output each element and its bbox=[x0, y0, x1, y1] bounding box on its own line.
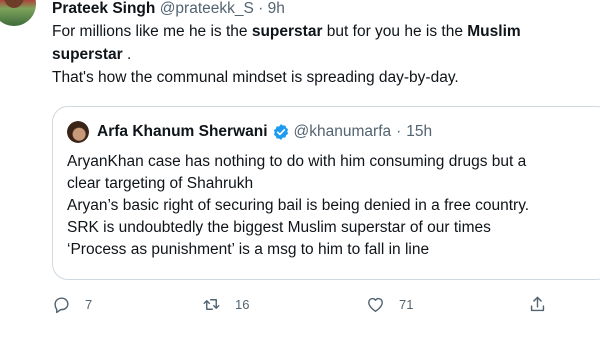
tweet-actions: 7 16 71 bbox=[52, 292, 552, 316]
quoted-text-line: AryanKhan case has nothing to do with hi… bbox=[67, 153, 527, 170]
share-icon bbox=[530, 296, 545, 311]
quoted-tweet-header: Arfa Khanum Sherwani @khanumarfa · 15h bbox=[67, 121, 432, 143]
like-count: 71 bbox=[399, 296, 414, 312]
quoted-tweet[interactable]: Arfa Khanum Sherwani @khanumarfa · 15h A… bbox=[52, 106, 600, 280]
reply-button[interactable]: 7 bbox=[52, 292, 92, 316]
quoted-tweet-text: AryanKhan case has nothing to do with hi… bbox=[67, 151, 600, 261]
quoted-text-line: clear targeting of Shahrukh bbox=[67, 175, 254, 192]
retweet-count: 16 bbox=[235, 296, 250, 312]
quoted-text-line: ‘Process as punishment’ is a msg to him … bbox=[67, 241, 430, 258]
tweet-text: For millions like me he is the superstar… bbox=[52, 20, 592, 89]
retweet-icon bbox=[203, 298, 220, 310]
quoted-author-handle: @khanumarfa bbox=[293, 123, 392, 140]
retweet-button[interactable]: 16 bbox=[202, 292, 249, 316]
like-button[interactable]: 71 bbox=[366, 292, 413, 316]
reply-icon bbox=[54, 296, 69, 313]
quoted-text-line: Aryan’s basic right of securing bail is … bbox=[67, 197, 530, 214]
author-avatar[interactable] bbox=[0, 0, 36, 26]
tweet-header: Prateek Singh @prateekk_S · 9h bbox=[52, 0, 285, 18]
quoted-tweet-time: 15h bbox=[406, 123, 433, 140]
tweet-time[interactable]: 9h bbox=[268, 0, 285, 17]
tweet-text-line: For millions like me he is the superstar… bbox=[52, 23, 521, 40]
author-name[interactable]: Prateek Singh bbox=[52, 0, 155, 17]
heart-icon bbox=[368, 297, 383, 312]
tweet-text-line: superstar . bbox=[52, 46, 132, 63]
tweet-text-line: That's how the communal mindset is sprea… bbox=[52, 69, 459, 86]
quoted-author-avatar bbox=[67, 121, 89, 143]
share-button[interactable] bbox=[528, 292, 547, 316]
verified-badge-icon bbox=[273, 124, 288, 140]
reply-count: 7 bbox=[85, 296, 93, 312]
separator-dot: · bbox=[258, 0, 264, 17]
separator-dot: · bbox=[396, 123, 402, 140]
quoted-text-line: SRK is undoubtedly the biggest Muslim su… bbox=[67, 219, 491, 236]
quoted-author-name: Arfa Khanum Sherwani bbox=[97, 123, 268, 140]
author-handle[interactable]: @prateekk_S bbox=[160, 0, 254, 17]
